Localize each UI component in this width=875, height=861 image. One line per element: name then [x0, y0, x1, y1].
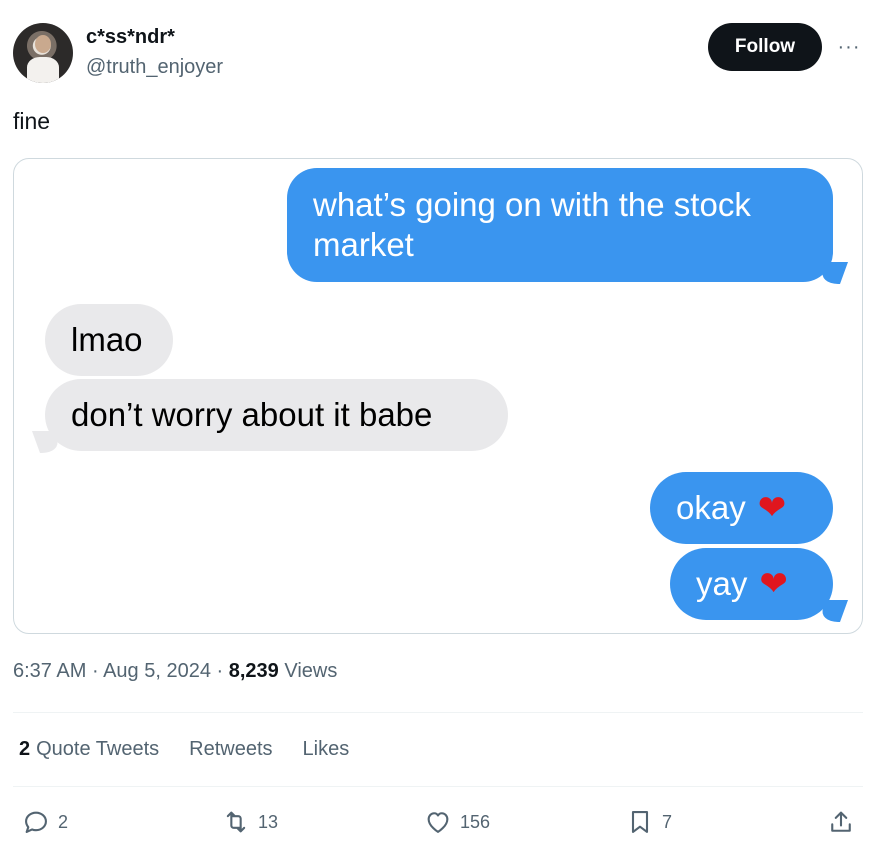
message-bubble-sent: okay ❤	[650, 472, 833, 544]
quote-tweets-link[interactable]: 2 Quote Tweets	[19, 738, 159, 761]
retweets-link[interactable]: Retweets	[189, 738, 272, 761]
message-bubble-sent: what’s going on with the stock market	[287, 168, 833, 282]
message-text: lmao	[71, 321, 143, 358]
quote-label: Quote Tweets	[36, 738, 160, 760]
tweet-date[interactable]: Aug 5, 2024	[103, 660, 211, 682]
likes-link[interactable]: Likes	[303, 738, 350, 761]
avatar-head	[35, 35, 51, 53]
tweet-time[interactable]: 6:37 AM	[13, 660, 86, 682]
meta-separator: ·	[91, 660, 99, 682]
message-text: don’t worry about it babe	[71, 396, 433, 433]
reply-button[interactable]: 2	[22, 808, 68, 836]
share-button[interactable]	[827, 808, 855, 836]
tweet-meta: 6:37 AM · Aug 5, 2024 · 8,239 Views	[13, 660, 337, 683]
tweet-text: fine	[13, 108, 51, 134]
meta-separator: ·	[216, 660, 224, 682]
message-bubble-sent: yay ❤	[670, 548, 833, 620]
message-bubble-received: lmao	[45, 304, 173, 376]
heart-emoji-icon: ❤	[759, 565, 788, 603]
message-text: yay	[696, 565, 748, 602]
message-text: what’s going on with the stock	[313, 186, 751, 223]
like-count: 156	[460, 811, 491, 832]
share-icon	[831, 811, 851, 832]
bookmark-icon	[631, 811, 649, 833]
quote-count: 2	[19, 738, 31, 760]
avatar[interactable]	[13, 23, 73, 83]
message-text: okay	[676, 489, 746, 526]
retweet-count: 13	[258, 811, 279, 832]
user-handle[interactable]: @truth_enjoyer	[86, 56, 223, 79]
bookmark-count: 7	[662, 811, 673, 832]
retweet-button[interactable]: 13	[222, 808, 278, 836]
divider	[13, 712, 863, 713]
tweet-media[interactable]: what’s going on with the stock market lm…	[13, 158, 863, 634]
bookmark-button[interactable]: 7	[626, 808, 672, 836]
divider	[13, 786, 863, 787]
views-label: Views	[284, 660, 338, 682]
engagement-stats: 2 Quote Tweets Retweets Likes	[19, 738, 349, 761]
message-bubble-received: don’t worry about it babe	[45, 379, 508, 451]
reply-icon	[25, 811, 47, 833]
more-options-icon[interactable]: ···	[836, 34, 862, 60]
follow-button[interactable]: Follow	[708, 23, 822, 71]
heart-icon	[427, 812, 449, 833]
message-text: market	[313, 226, 414, 263]
display-name[interactable]: c*ss*ndr*	[86, 26, 175, 49]
views-count: 8,239	[228, 660, 279, 682]
avatar-shirt	[27, 57, 59, 83]
reply-count: 2	[58, 811, 69, 832]
heart-emoji-icon: ❤	[757, 489, 787, 527]
like-button[interactable]: 156	[424, 808, 490, 836]
retweet-icon	[226, 811, 246, 833]
